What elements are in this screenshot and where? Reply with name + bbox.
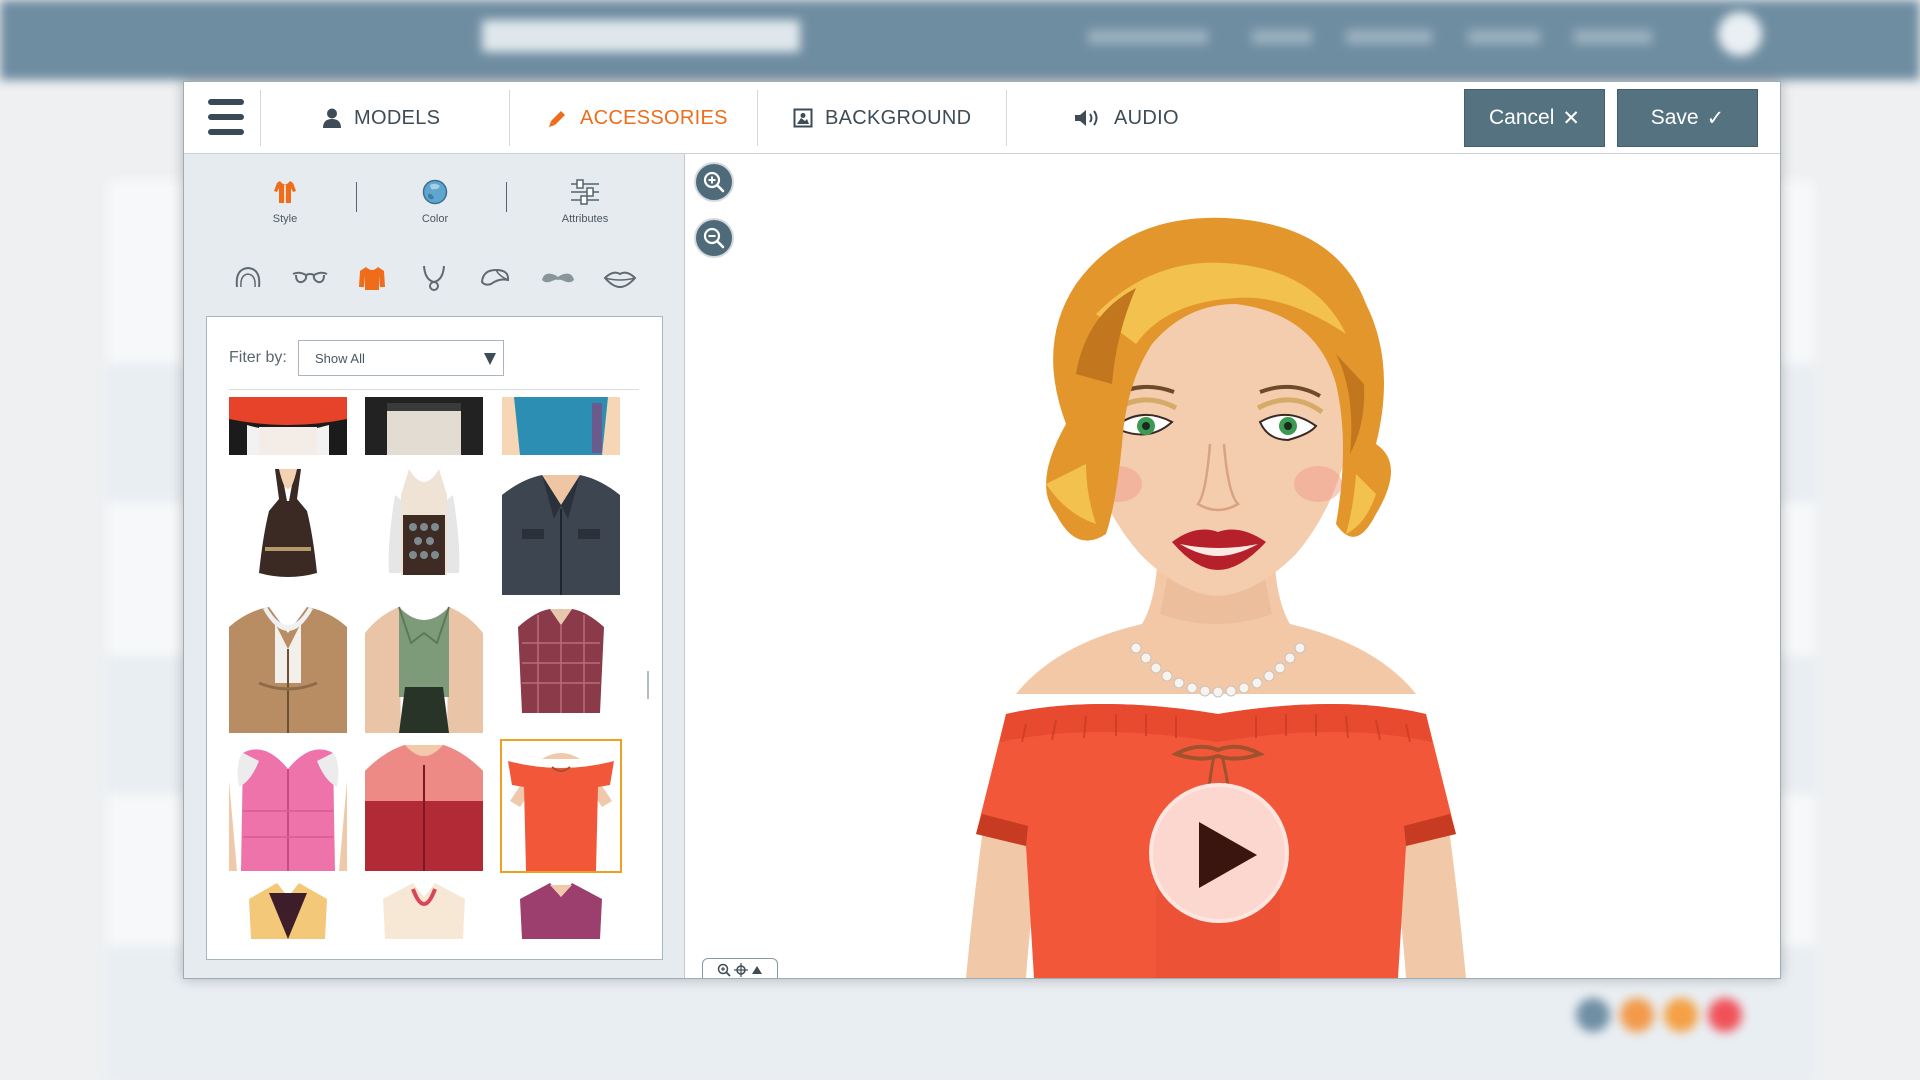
category-mustache[interactable] bbox=[538, 262, 578, 294]
item-thumbnail[interactable] bbox=[365, 879, 483, 939]
check-icon: ✓ bbox=[1706, 106, 1725, 130]
filter-value: Show All bbox=[315, 350, 365, 366]
mode-tab-label: Style bbox=[272, 213, 298, 225]
bg-welcome bbox=[1778, 14, 1888, 54]
bg-dot bbox=[1576, 998, 1610, 1032]
menu-bar bbox=[208, 99, 244, 105]
chevron-up-icon bbox=[752, 965, 762, 974]
tab-label: BACKGROUND bbox=[825, 106, 972, 129]
tab-label: MODELS bbox=[354, 106, 441, 129]
preview-canvas bbox=[686, 154, 1780, 978]
tab-models[interactable]: MODELS bbox=[322, 82, 440, 154]
lips-icon bbox=[603, 271, 637, 289]
toolbar-divider bbox=[260, 90, 261, 146]
shirt-icon bbox=[274, 181, 296, 203]
bg-search bbox=[482, 20, 800, 52]
speaker-icon bbox=[1075, 110, 1098, 126]
canvas-controls-toggle[interactable] bbox=[702, 958, 778, 978]
save-label: Save bbox=[1650, 106, 1699, 129]
bg-nav-item bbox=[1346, 30, 1432, 44]
category-hair[interactable] bbox=[228, 262, 268, 294]
category-glasses[interactable] bbox=[290, 262, 330, 294]
top-icon bbox=[359, 267, 385, 290]
move-icon bbox=[734, 962, 748, 977]
grid-scrollbar[interactable] bbox=[647, 671, 649, 699]
zoom-out-icon bbox=[703, 227, 725, 249]
item-thumbnail[interactable] bbox=[229, 879, 347, 939]
play-button[interactable] bbox=[1149, 783, 1289, 923]
category-lips[interactable] bbox=[600, 262, 640, 294]
necklace-icon bbox=[423, 265, 445, 291]
mode-tab-label: Color bbox=[421, 213, 449, 225]
mode-divider bbox=[356, 182, 357, 212]
item-thumbnail[interactable] bbox=[502, 465, 620, 595]
filter-label: Fiter by: bbox=[229, 349, 287, 366]
image-icon bbox=[793, 108, 813, 128]
glasses-icon bbox=[292, 271, 328, 284]
item-thumbnail[interactable] bbox=[502, 603, 620, 733]
bg-avatar bbox=[1718, 12, 1762, 56]
cancel-label: Cancel bbox=[1489, 106, 1555, 129]
globe-icon bbox=[422, 179, 448, 205]
zoom-in-button[interactable] bbox=[694, 162, 734, 202]
item-thumbnail[interactable] bbox=[365, 603, 483, 733]
item-thumbnail[interactable] bbox=[365, 397, 483, 455]
cancel-button[interactable]: Cancel ✕ bbox=[1464, 89, 1605, 147]
bg-nav-item bbox=[1088, 30, 1208, 44]
save-button[interactable]: Save ✓ bbox=[1617, 89, 1758, 147]
menu-bar bbox=[208, 114, 244, 120]
grid-divider bbox=[229, 389, 639, 390]
bg-dot bbox=[1664, 998, 1698, 1032]
tab-label: AUDIO bbox=[1114, 106, 1179, 129]
item-thumbnail[interactable] bbox=[229, 603, 347, 733]
category-hat[interactable] bbox=[476, 262, 516, 294]
bg-nav-item bbox=[1468, 30, 1540, 44]
toolbar-divider bbox=[509, 90, 510, 146]
zoom-icon bbox=[717, 963, 731, 977]
item-thumbnail[interactable] bbox=[229, 397, 347, 455]
filter-dropdown[interactable]: Show All bbox=[298, 340, 504, 376]
close-icon: ✕ bbox=[1562, 106, 1580, 130]
editor-toolbar: MODELS ACCESSORIES BACKGROUND AUDIO Canc… bbox=[184, 82, 1780, 154]
bg-dot bbox=[1620, 998, 1654, 1032]
bg-nav-item bbox=[1252, 30, 1312, 44]
category-necklace[interactable] bbox=[414, 262, 454, 294]
item-thumbnail[interactable] bbox=[365, 465, 483, 595]
user-icon bbox=[323, 108, 341, 128]
hair-icon bbox=[235, 266, 261, 288]
avatar-editor-modal: MODELS ACCESSORIES BACKGROUND AUDIO Canc… bbox=[183, 81, 1781, 979]
item-thumbnail[interactable] bbox=[365, 741, 483, 871]
item-grid: Fiter by: Show All bbox=[206, 316, 663, 960]
toolbar-divider bbox=[757, 90, 758, 146]
tab-background[interactable]: BACKGROUND bbox=[793, 82, 971, 154]
mode-tab-color[interactable]: Color bbox=[360, 154, 510, 250]
item-thumbnail[interactable] bbox=[229, 465, 347, 595]
mode-tab-attributes[interactable]: Attributes bbox=[510, 154, 660, 250]
tab-label: ACCESSORIES bbox=[580, 106, 728, 129]
hat-icon bbox=[480, 268, 510, 286]
tab-audio[interactable]: AUDIO bbox=[1074, 82, 1179, 154]
sliders-icon bbox=[571, 179, 599, 205]
menu-bar bbox=[208, 129, 244, 135]
chevron-down-icon bbox=[484, 353, 496, 365]
accessories-panel: Style Color Attributes Fiter by: Show Al… bbox=[184, 154, 685, 978]
zoom-in-icon bbox=[703, 171, 725, 193]
mode-tab-label: Attributes bbox=[561, 213, 609, 225]
item-thumbnail-selected[interactable] bbox=[500, 739, 622, 873]
bg-nav-item bbox=[1574, 30, 1652, 44]
mustache-icon bbox=[542, 273, 574, 283]
mode-tab-style[interactable]: Style bbox=[210, 154, 360, 250]
bg-top-bar bbox=[0, 0, 1920, 80]
bg-dot bbox=[1708, 998, 1742, 1032]
pencil-icon bbox=[549, 111, 565, 127]
zoom-out-button[interactable] bbox=[694, 218, 734, 258]
tab-accessories[interactable]: ACCESSORIES bbox=[548, 82, 728, 154]
category-top[interactable] bbox=[352, 262, 392, 294]
toolbar-divider bbox=[1006, 90, 1007, 146]
item-thumbnail[interactable] bbox=[502, 879, 620, 939]
mode-divider bbox=[506, 182, 507, 212]
hamburger-menu-button[interactable] bbox=[208, 99, 244, 137]
item-thumbnail[interactable] bbox=[502, 397, 620, 455]
item-thumbnail[interactable] bbox=[229, 741, 347, 871]
